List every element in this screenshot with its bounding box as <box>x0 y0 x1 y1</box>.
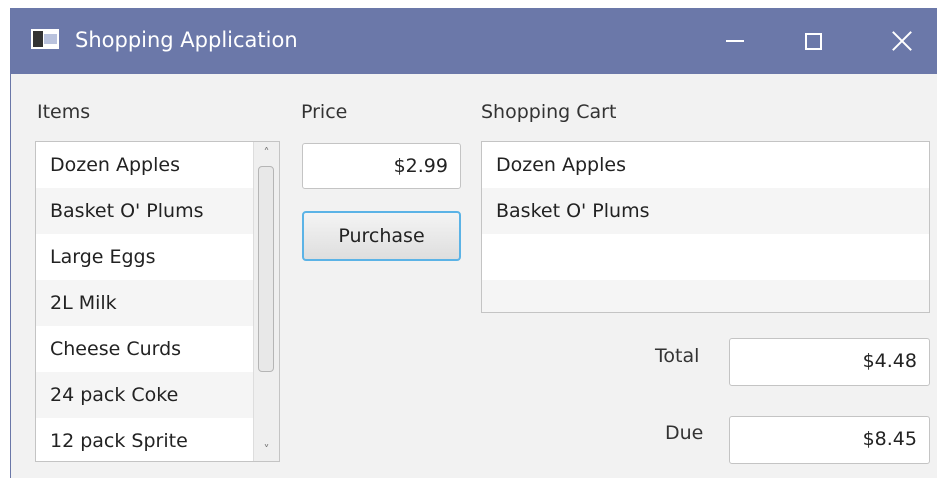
total-label: Total <box>655 345 700 367</box>
list-item[interactable]: 24 pack Coke <box>36 372 279 418</box>
window-title: Shopping Application <box>75 28 298 52</box>
scroll-up-icon[interactable]: ˄ <box>254 142 279 164</box>
total-field[interactable]: $4.48 <box>729 338 930 386</box>
close-button[interactable] <box>866 8 937 74</box>
price-field[interactable]: $2.99 <box>302 143 461 189</box>
scroll-down-icon[interactable]: ˅ <box>254 439 279 461</box>
shopping-cart-list[interactable]: Dozen Apples Basket O' Plums <box>481 141 930 313</box>
scroll-thumb[interactable] <box>258 166 274 372</box>
price-label: Price <box>301 101 348 123</box>
list-item[interactable]: Basket O' Plums <box>36 188 279 234</box>
minimize-icon <box>726 40 744 42</box>
shopping-cart-label: Shopping Cart <box>481 101 617 123</box>
due-field[interactable]: $8.45 <box>729 416 930 464</box>
title-bar[interactable]: Shopping Application <box>11 8 937 74</box>
list-item[interactable] <box>482 234 929 280</box>
app-window-icon <box>31 29 59 49</box>
list-item[interactable] <box>482 280 929 312</box>
list-item[interactable]: Large Eggs <box>36 234 279 280</box>
list-item[interactable]: Dozen Apples <box>36 142 279 188</box>
due-label: Due <box>665 422 704 444</box>
items-label: Items <box>37 101 91 123</box>
list-item[interactable]: Basket O' Plums <box>482 188 929 234</box>
close-icon <box>891 30 913 52</box>
list-item[interactable]: Cheese Curds <box>36 326 279 372</box>
minimize-button[interactable] <box>699 8 771 74</box>
maximize-icon <box>804 32 822 50</box>
app-window: Shopping Application Items Price Shoppin… <box>10 8 937 478</box>
maximize-button[interactable] <box>777 8 849 74</box>
list-item[interactable]: 2L Milk <box>36 280 279 326</box>
list-item[interactable]: 12 pack Sprite <box>36 418 279 461</box>
items-list[interactable]: Dozen Apples Basket O' Plums Large Eggs … <box>35 141 280 462</box>
purchase-button[interactable]: Purchase <box>302 211 461 261</box>
items-scrollbar[interactable]: ˄ ˅ <box>253 142 279 461</box>
list-item[interactable]: Dozen Apples <box>482 142 929 188</box>
